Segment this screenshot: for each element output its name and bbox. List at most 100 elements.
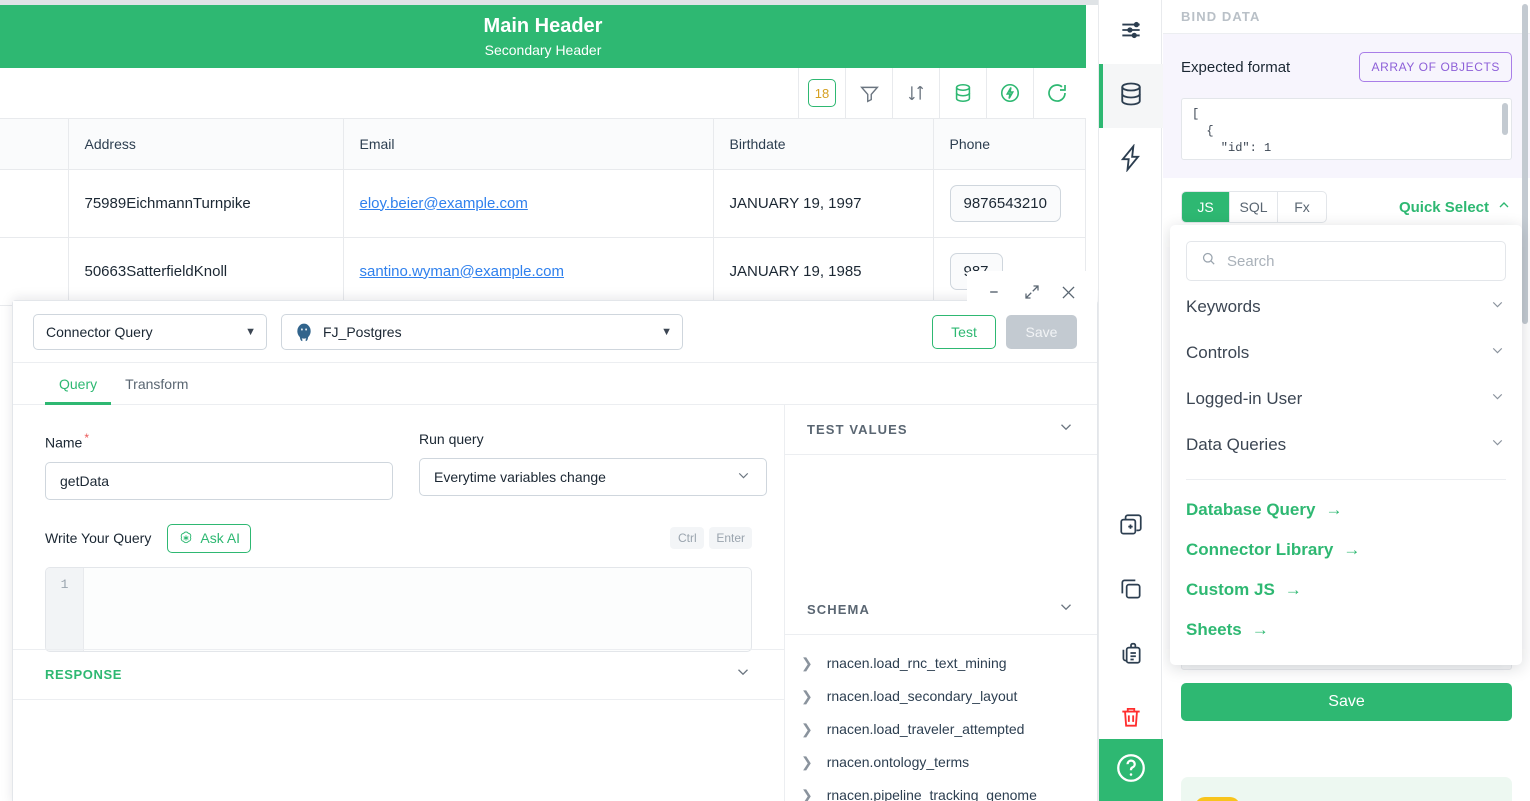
inspector-save-button[interactable]: Save [1181, 683, 1512, 721]
schema-table-name: rnacen.load_traveler_attempted [826, 721, 1025, 738]
editor-text-area[interactable] [84, 568, 751, 651]
link-connector-library[interactable]: Connector Library → [1186, 530, 1506, 570]
test-values-label: TEST VALUES [807, 421, 908, 437]
mode-js[interactable]: JS [1182, 192, 1230, 222]
name-input[interactable] [45, 461, 393, 500]
minimize-icon[interactable] [986, 282, 1006, 302]
chevron-right-icon: ❯ [801, 753, 813, 770]
rail-lightning-button[interactable] [1099, 128, 1163, 192]
record-count-badge[interactable]: 18 [808, 79, 836, 107]
data-table: Address Email Birthdate Phone 75989Eichm… [0, 119, 1086, 306]
expand-icon[interactable] [1023, 283, 1041, 301]
column-header-phone[interactable]: Phone [933, 119, 1086, 170]
tab-transform[interactable]: Transform [111, 363, 202, 404]
column-header-email[interactable]: Email [343, 119, 714, 170]
group-label: Data Queries [1186, 435, 1287, 454]
help-button[interactable] [1099, 739, 1163, 801]
column-header-address[interactable]: Address [68, 119, 344, 170]
list-item[interactable]: ❯ rnacen.ontology_terms [801, 746, 1097, 779]
row-select-cell[interactable] [0, 237, 69, 306]
new-badge: New [1195, 797, 1240, 801]
arrow-right-icon: → [1251, 620, 1269, 639]
tab-query[interactable]: Query [45, 363, 112, 405]
modal-header-actions: Test Save [932, 314, 1077, 349]
sql-code-editor[interactable]: 1 [45, 566, 752, 652]
schema-header[interactable]: SCHEMA [785, 585, 1097, 635]
column-header-select[interactable] [0, 119, 69, 170]
list-item[interactable]: ❯ rnacen.load_secondary_layout [801, 680, 1097, 713]
link-custom-js[interactable]: Custom JS → [1186, 570, 1506, 610]
query-editor-modal: Connector Query ▼ FJ_Postgres ▼ Test Sav [12, 271, 1098, 801]
name-field-group: Name * [45, 431, 393, 500]
datasource-select[interactable]: FJ_Postgres ▼ [281, 313, 683, 350]
rail-settings-button[interactable] [1099, 0, 1163, 64]
chevron-right-icon: ❯ [801, 786, 813, 801]
link-sheets[interactable]: Sheets → [1186, 610, 1506, 650]
query-type-value: Connector Query [46, 323, 153, 340]
list-item[interactable]: ❯ rnacen.load_traveler_attempted [801, 713, 1097, 746]
list-item[interactable]: ❯ rnacen.pipeline_tracking_genome_ [801, 779, 1097, 801]
postgres-logo-icon [297, 323, 311, 341]
chevron-down-icon [1057, 418, 1075, 441]
database-button[interactable] [939, 67, 986, 119]
schema-label: SCHEMA [807, 601, 870, 617]
mode-toggle-row: JS SQL Fx Quick Select [1163, 178, 1530, 223]
expected-format-label: Expected format [1181, 58, 1291, 76]
record-count-cell: 18 [798, 67, 845, 119]
shortcut-enter: Enter [709, 527, 752, 550]
refresh-button[interactable] [1033, 67, 1080, 119]
test-values-header[interactable]: TEST VALUES [785, 405, 1097, 455]
quick-select-toggle[interactable]: Quick Select [1399, 197, 1512, 217]
promo-card[interactable]: New Visually make more complex [1181, 777, 1512, 801]
cell-birthdate: JANUARY 19, 1985 [713, 237, 934, 306]
lightning-button[interactable] [986, 67, 1033, 119]
rail-copy-button[interactable] [1099, 559, 1163, 623]
ask-ai-button[interactable]: Ask AI [167, 523, 252, 553]
email-link[interactable]: eloy.beier@example.com [360, 195, 528, 212]
chevron-down-icon: ▼ [661, 325, 672, 338]
quick-select-group-controls[interactable]: Controls [1186, 333, 1506, 373]
lightning-icon [1117, 142, 1145, 177]
cell-address: 50663SatterfieldKnoll [68, 237, 344, 306]
modal-window-controls [967, 271, 1097, 313]
shortcut-hint: Ctrl Enter [670, 527, 752, 550]
table-row[interactable]: 75989EichmannTurnpike eloy.beier@example… [0, 169, 1086, 238]
phone-value[interactable]: 9876543210 [949, 184, 1061, 222]
filter-button[interactable] [845, 67, 892, 119]
rail-duplicate-button[interactable] [1099, 495, 1163, 559]
column-header-birthdate[interactable]: Birthdate [713, 119, 934, 170]
table-row[interactable]: 50663SatterfieldKnoll santino.wyman@exam… [0, 237, 1086, 306]
chevron-down-icon [734, 663, 752, 686]
row-select-cell[interactable] [0, 169, 69, 238]
run-query-select[interactable]: Everytime variables change [419, 458, 767, 496]
json-preview[interactable]: [ { "id": 1 [1181, 98, 1512, 160]
response-section-header[interactable]: RESPONSE [13, 649, 784, 700]
email-link[interactable]: santino.wyman@example.com [360, 263, 564, 280]
search-placeholder: Search [1227, 252, 1275, 270]
list-item[interactable]: ❯ rnacen.load_rnc_text_mining [801, 647, 1097, 680]
test-button[interactable]: Test [932, 314, 996, 349]
quick-select-group-logged-in-user[interactable]: Logged-in User [1186, 379, 1506, 419]
rail-paste-button[interactable] [1099, 623, 1163, 687]
sliders-icon [1118, 17, 1144, 48]
mode-fx[interactable]: Fx [1278, 192, 1326, 222]
mode-sql[interactable]: SQL [1230, 192, 1278, 222]
editor-line-numbers: 1 [46, 567, 84, 651]
cell-phone: 9876543210 [933, 169, 1086, 238]
link-database-query[interactable]: Database Query → [1186, 490, 1506, 530]
json-preview-scrollbar[interactable] [1502, 103, 1508, 135]
query-type-select[interactable]: Connector Query ▼ [33, 313, 267, 350]
quick-select-group-keywords[interactable]: Keywords [1186, 287, 1506, 327]
format-badge[interactable]: ARRAY OF OBJECTS [1359, 52, 1512, 82]
search-input[interactable]: Search [1186, 241, 1506, 281]
inspector-scrollbar[interactable] [1522, 4, 1528, 324]
sort-button[interactable] [892, 67, 939, 119]
rail-database-button[interactable] [1099, 64, 1163, 128]
ask-ai-label: Ask AI [200, 530, 241, 547]
chevron-down-icon: ▼ [245, 325, 256, 338]
query-editor-pane: Name* Run query Everytime variables chan… [13, 405, 785, 801]
save-button[interactable]: Save [1006, 314, 1077, 349]
quick-select-group-data-queries[interactable]: Data Queries [1186, 425, 1506, 465]
database-icon [1117, 80, 1145, 113]
close-icon[interactable] [1059, 283, 1078, 302]
